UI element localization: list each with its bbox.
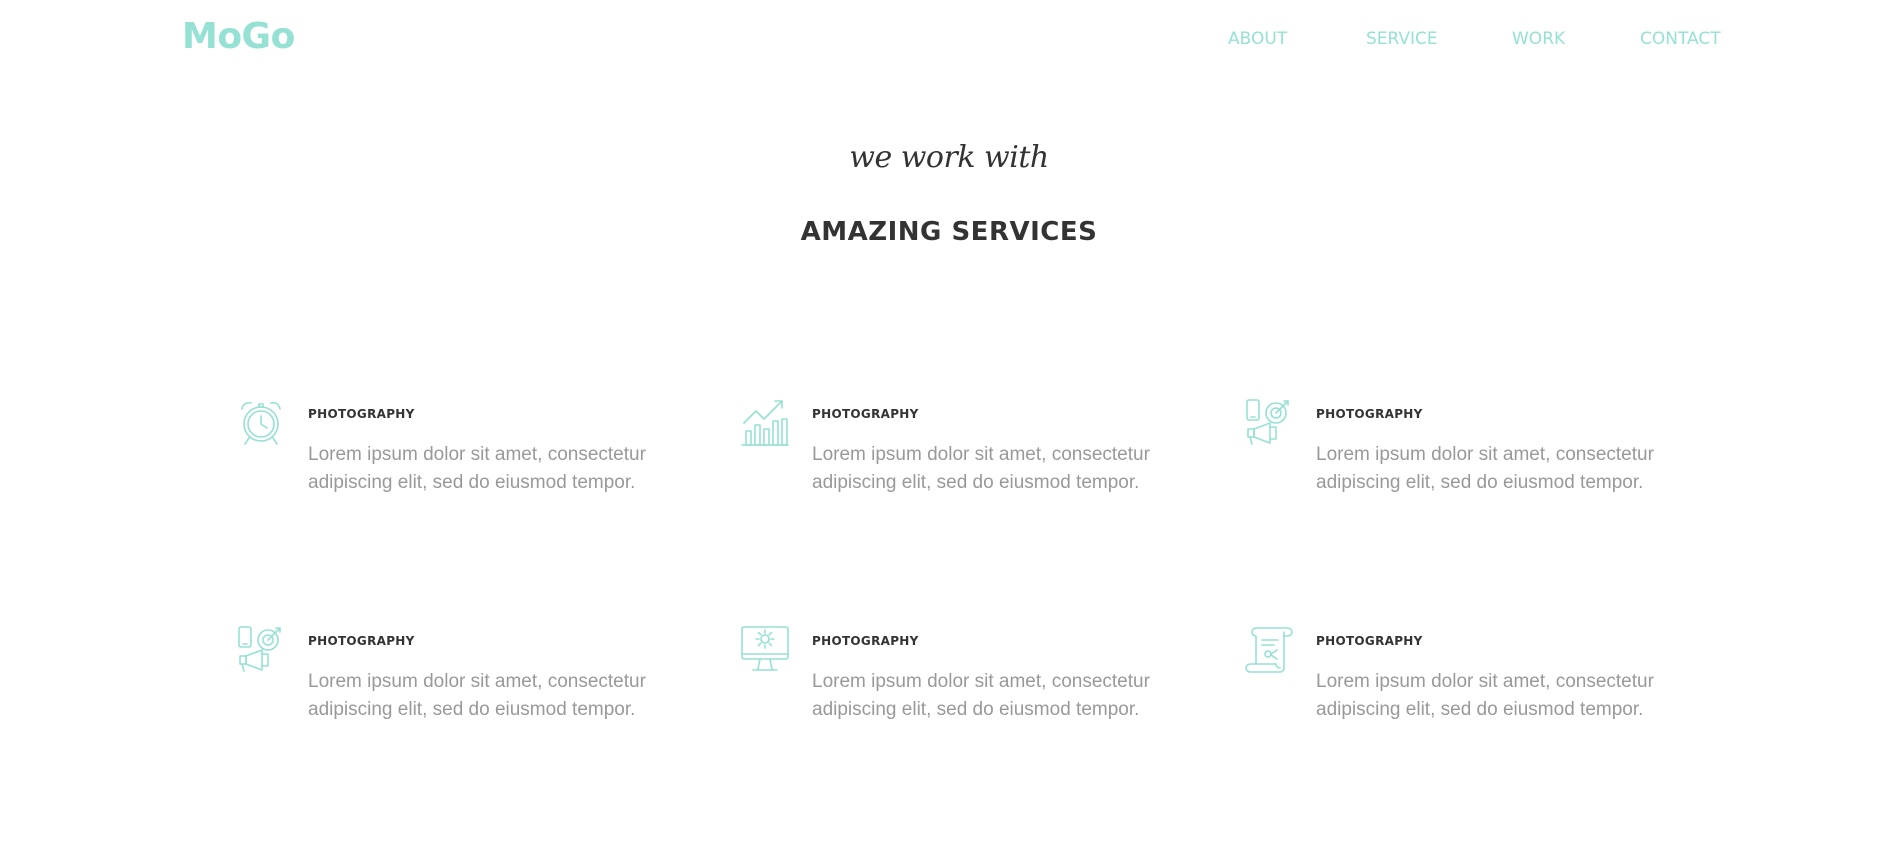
alarm-clock-icon [236, 397, 286, 447]
service-item: PHOTOGRAPHY Lorem ipsum dolor sit amet, … [740, 624, 1244, 851]
section-subtitle: we work with [849, 140, 1049, 175]
service-description: Lorem ipsum dolor sit amet, consectetur … [812, 671, 1150, 720]
service-title: PHOTOGRAPHY [1316, 407, 1423, 421]
service-description: Lorem ipsum dolor sit amet, consectetur … [308, 444, 646, 493]
service-title: PHOTOGRAPHY [308, 407, 415, 421]
service-title: PHOTOGRAPHY [812, 634, 919, 648]
services-grid: PHOTOGRAPHY Lorem ipsum dolor sit amet, … [236, 397, 1756, 851]
nav-item-contact[interactable]: CONTACT [1640, 29, 1740, 49]
service-description: Lorem ipsum dolor sit amet, consectetur … [1316, 671, 1654, 720]
service-title: PHOTOGRAPHY [1316, 634, 1423, 648]
nav-item-work[interactable]: WORK [1512, 29, 1640, 49]
main-nav: ABOUT SERVICE WORK CONTACT [1228, 29, 1740, 49]
growth-chart-icon [740, 397, 790, 447]
service-description: Lorem ipsum dolor sit amet, consectetur … [812, 444, 1150, 493]
marketing-megaphone-icon [1244, 397, 1294, 447]
service-item: PHOTOGRAPHY Lorem ipsum dolor sit amet, … [1244, 397, 1748, 624]
section-title: AMAZING SERVICES [800, 217, 1098, 247]
service-item: PHOTOGRAPHY Lorem ipsum dolor sit amet, … [740, 397, 1244, 624]
service-title: PHOTOGRAPHY [308, 634, 415, 648]
nav-item-service[interactable]: SERVICE [1366, 29, 1512, 49]
monitor-gear-icon [740, 624, 790, 674]
marketing-megaphone-icon [236, 624, 286, 674]
service-description: Lorem ipsum dolor sit amet, consectetur … [1316, 444, 1654, 493]
site-header: MoGo ABOUT SERVICE WORK CONTACT [0, 0, 1898, 80]
service-item: PHOTOGRAPHY Lorem ipsum dolor sit amet, … [236, 397, 740, 624]
logo[interactable]: MoGo [182, 16, 295, 57]
nav-item-about[interactable]: ABOUT [1228, 29, 1366, 49]
service-item: PHOTOGRAPHY Lorem ipsum dolor sit amet, … [236, 624, 740, 851]
services-header: we work with AMAZING SERVICES [0, 140, 1898, 247]
service-item: PHOTOGRAPHY Lorem ipsum dolor sit amet, … [1244, 624, 1748, 851]
service-description: Lorem ipsum dolor sit amet, consectetur … [308, 671, 646, 720]
service-title: PHOTOGRAPHY [812, 407, 919, 421]
scroll-document-icon [1244, 624, 1294, 674]
